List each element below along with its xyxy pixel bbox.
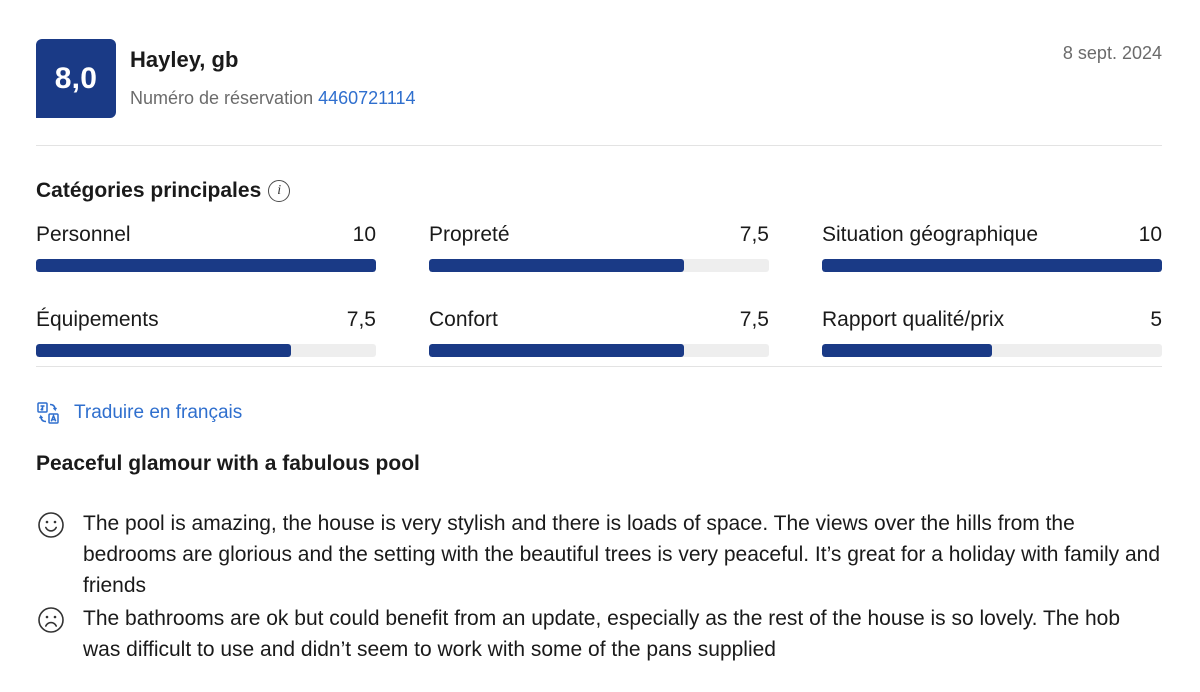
review-title: Peaceful glamour with a fabulous pool: [36, 452, 420, 475]
category-value: 7,5: [739, 223, 769, 246]
category-bar-fill: [36, 259, 376, 272]
divider: [36, 366, 1162, 367]
translate-label: Traduire en français: [74, 402, 243, 423]
score-badge: 8,0: [36, 39, 116, 118]
positive-comment: The pool is amazing, the house is very s…: [36, 508, 1166, 601]
category-bar: [429, 259, 769, 272]
category-bar: [429, 344, 769, 357]
booking-number[interactable]: 4460721114: [318, 88, 415, 108]
category-label: Confort: [429, 308, 498, 331]
booking-line: Numéro de réservation 4460721114: [130, 88, 416, 109]
category-label: Personnel: [36, 223, 131, 246]
category-value: 7,5: [346, 308, 376, 331]
category-equipements: Équipements 7,5: [36, 308, 376, 357]
negative-comment: The bathrooms are ok but could benefit f…: [36, 603, 1166, 665]
category-label: Rapport qualité/prix: [822, 308, 1005, 331]
category-bar-fill: [429, 259, 684, 272]
category-bar: [822, 259, 1162, 272]
smiley-face-icon: [38, 512, 64, 538]
positive-text: The pool is amazing, the house is very s…: [83, 512, 1161, 597]
reviewer-name: Hayley, gb: [130, 47, 239, 72]
category-situation: Situation géographique 10: [822, 223, 1162, 272]
category-label: Équipements: [36, 308, 159, 331]
review-body: The pool is amazing, the house is very s…: [36, 508, 1166, 667]
category-value: 10: [1138, 223, 1162, 246]
category-bar-fill: [822, 344, 992, 357]
category-bar-fill: [429, 344, 684, 357]
categories-heading: Catégories principales i: [36, 179, 291, 203]
category-personnel: Personnel 10: [36, 223, 376, 272]
category-label: Situation géographique: [822, 223, 1039, 246]
category-rapport: Rapport qualité/prix 5: [822, 308, 1162, 357]
category-label: Propreté: [429, 223, 510, 246]
category-bar: [822, 344, 1162, 357]
info-icon[interactable]: i: [268, 180, 291, 202]
booking-label: Numéro de réservation: [130, 88, 314, 108]
category-value: 5: [1150, 308, 1162, 331]
category-bar-fill: [822, 259, 1162, 272]
category-bar: [36, 259, 376, 272]
category-value: 10: [352, 223, 376, 246]
translate-link[interactable]: Traduire en français: [36, 401, 242, 425]
categories-grid: Personnel 10 Propreté 7,5 Situation géog…: [36, 223, 1162, 357]
translate-icon: [37, 402, 59, 424]
divider: [36, 145, 1162, 146]
category-bar-fill: [36, 344, 291, 357]
negative-text: The bathrooms are ok but could benefit f…: [83, 607, 1120, 661]
score-value: 8,0: [54, 61, 98, 95]
category-confort: Confort 7,5: [429, 308, 769, 357]
category-value: 7,5: [739, 308, 769, 331]
categories-title: Catégories principales: [36, 179, 262, 202]
category-bar: [36, 344, 376, 357]
review-date: 8 sept. 2024: [1062, 43, 1162, 63]
review-card: 8,0 Hayley, gb Numéro de réservation 446…: [0, 0, 1200, 692]
sad-face-icon: [38, 607, 64, 633]
category-proprete: Propreté 7,5: [429, 223, 769, 272]
